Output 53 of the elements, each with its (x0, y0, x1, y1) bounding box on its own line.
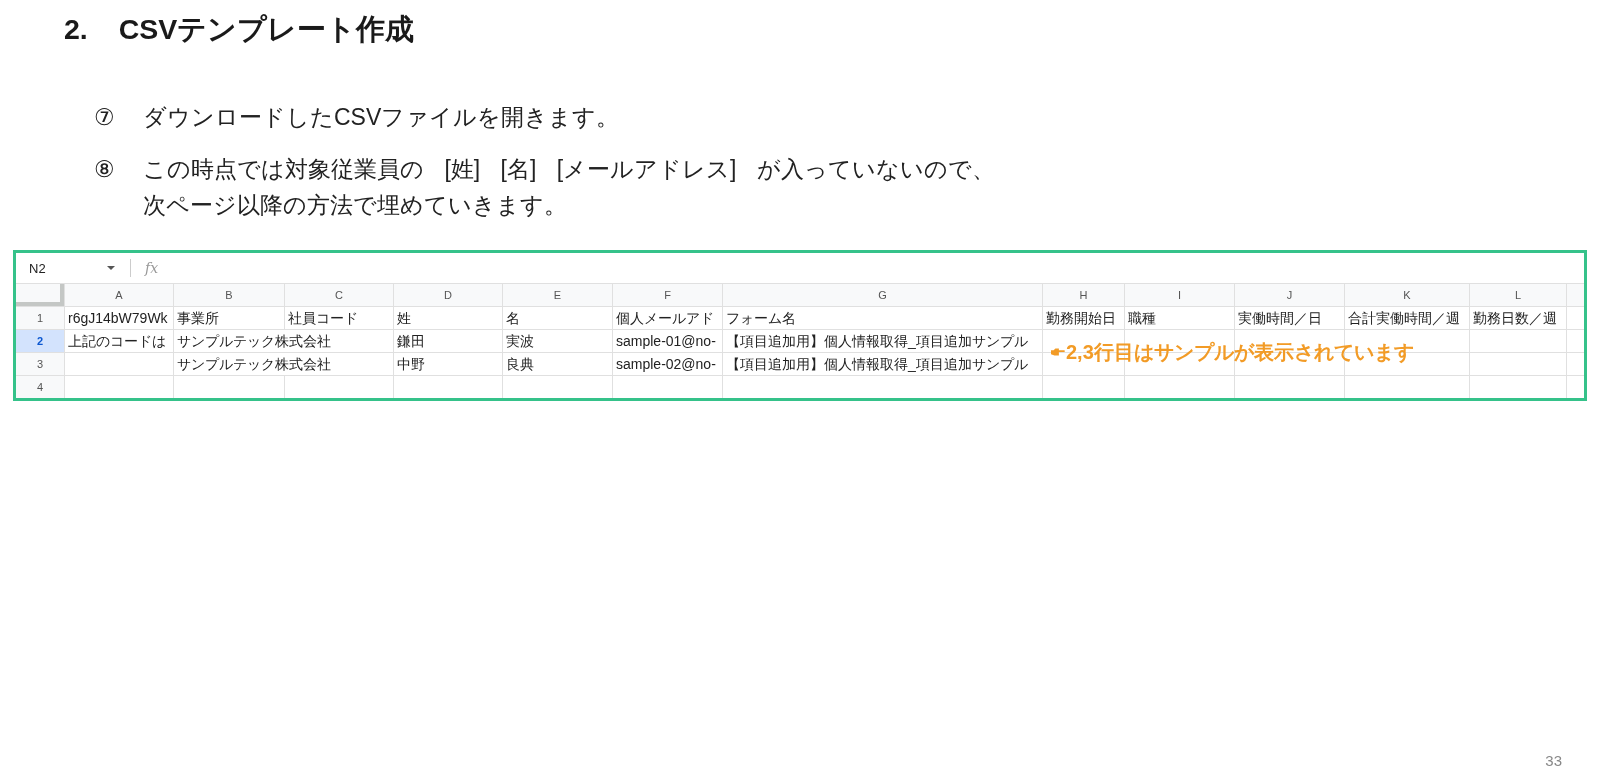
column-header[interactable]: G (723, 284, 1042, 306)
column-header[interactable] (1567, 284, 1584, 306)
table-cell: 合計実働時間／週 (1345, 307, 1469, 329)
corner-cell[interactable] (16, 284, 64, 306)
step-number: ⑧ (94, 155, 116, 184)
heading-number: 2. (64, 12, 88, 46)
table-cell: 良典 (503, 353, 612, 375)
table-cell: 【項目追加用】個人情報取得_項目追加サンプル (723, 330, 1042, 352)
table-cell: 職種 (1125, 307, 1234, 329)
table-cell: 中野 (394, 353, 502, 375)
table-cell: 【項目追加用】個人情報取得_項目追加サンプル (723, 353, 1042, 375)
column-header[interactable]: F (613, 284, 722, 306)
table-cell: サンプルテック株式会社 (174, 330, 393, 352)
heading-title: CSVテンプレート作成 (118, 12, 415, 46)
table-cell: 姓 (394, 307, 502, 329)
column-header[interactable]: I (1125, 284, 1234, 306)
column-header[interactable]: B (174, 284, 284, 306)
table-cell: 個人メールアド (613, 307, 722, 329)
column-header[interactable]: C (285, 284, 393, 306)
column-header[interactable]: E (503, 284, 612, 306)
table-cell: 勤務日数／週 (1470, 307, 1566, 329)
page-number: 33 (1545, 752, 1562, 769)
table-cell: 鎌田 (394, 330, 502, 352)
table-cell: 実働時間／日 (1235, 307, 1344, 329)
column-header[interactable]: A (65, 284, 173, 306)
row-header[interactable]: 2 (16, 330, 64, 352)
table-cell: r6gJ14bW79Wk (65, 307, 173, 329)
row-header[interactable]: 1 (16, 307, 64, 329)
row-header[interactable]: 3 (16, 353, 64, 375)
table-cell: 実波 (503, 330, 612, 352)
step-text: ダウンロードしたCSVファイルを開きます。 (143, 103, 620, 132)
column-header[interactable]: J (1235, 284, 1344, 306)
row-header[interactable]: 4 (16, 376, 64, 398)
column-header[interactable]: D (394, 284, 502, 306)
fx-label: fx (145, 260, 159, 276)
step-number: ⑦ (94, 103, 116, 132)
column-header[interactable]: K (1345, 284, 1469, 306)
table-cell: 事業所 (174, 307, 284, 329)
table-cell: サンプルテック株式会社 (174, 353, 393, 375)
table-cell: フォーム名 (723, 307, 1042, 329)
table-cell: sample-02@no- (613, 353, 722, 375)
table-cell: 上記のコードは (65, 330, 173, 352)
step-text: この時点では対象従業員の [姓] [名] [メールアドレス] が入っていないので、 次ページ以降の方法で埋めていきます。 (143, 155, 995, 220)
table-cell: 勤務開始日 (1043, 307, 1124, 329)
column-header[interactable]: H (1043, 284, 1124, 306)
column-header[interactable]: L (1470, 284, 1566, 306)
caret-icon (107, 266, 115, 270)
table-cell: 社員コード (285, 307, 393, 329)
table-cell: sample-01@no- (613, 330, 722, 352)
pointing-hand-icon (1051, 348, 1065, 356)
table-cell: 名 (503, 307, 612, 329)
name-box[interactable]: N2 (29, 260, 115, 276)
annotation-text: 2,3行目はサンプルが表示されています (1066, 341, 1414, 363)
